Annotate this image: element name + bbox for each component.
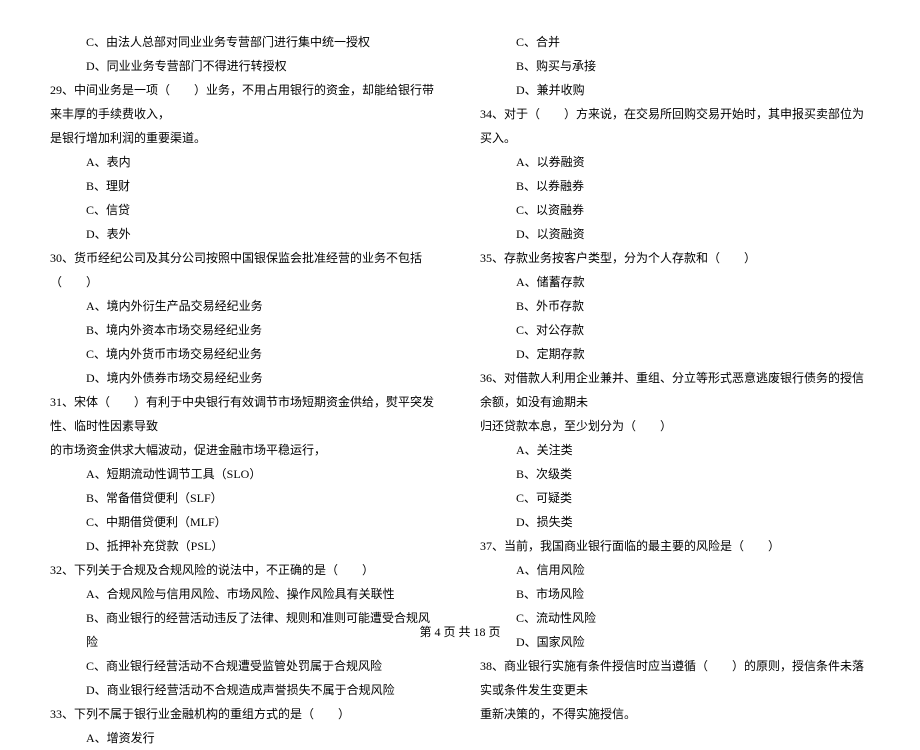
q34-option-b: B、以券融券 [480, 174, 870, 198]
q33-option-b: B、购买与承接 [480, 54, 870, 78]
q34-option-d: D、以资融资 [480, 222, 870, 246]
q30-option-c: C、境内外货币市场交易经纪业务 [50, 342, 440, 366]
q33-option-c: C、合并 [480, 30, 870, 54]
q29-stem2: 是银行增加利润的重要渠道。 [50, 126, 440, 150]
q29-option-a: A、表内 [50, 150, 440, 174]
q37-stem: 37、当前，我国商业银行面临的最主要的风险是（ ） [480, 534, 870, 558]
q30-option-b: B、境内外资本市场交易经纪业务 [50, 318, 440, 342]
q29-option-d: D、表外 [50, 222, 440, 246]
q35-option-b: B、外币存款 [480, 294, 870, 318]
q28-option-d: D、同业业务专营部门不得进行转授权 [50, 54, 440, 78]
q31-option-c: C、中期借贷便利（MLF） [50, 510, 440, 534]
q30-option-d: D、境内外债券市场交易经纪业务 [50, 366, 440, 390]
q36-option-b: B、次级类 [480, 462, 870, 486]
q32-option-c: C、商业银行经营活动不合规遭受监管处罚属于合规风险 [50, 654, 440, 678]
q28-option-c: C、由法人总部对同业业务专营部门进行集中统一授权 [50, 30, 440, 54]
q36-stem2: 归还贷款本息，至少划分为（ ） [480, 414, 870, 438]
q31-option-d: D、抵押补充贷款（PSL） [50, 534, 440, 558]
q34-option-a: A、以券融资 [480, 150, 870, 174]
q35-stem: 35、存款业务按客户类型，分为个人存款和（ ） [480, 246, 870, 270]
q36-option-c: C、可疑类 [480, 486, 870, 510]
q36-option-a: A、关注类 [480, 438, 870, 462]
q29-option-c: C、信贷 [50, 198, 440, 222]
q31-stem2: 的市场资金供求大幅波动，促进金融市场平稳运行， [50, 438, 440, 462]
right-column: C、合并 B、购买与承接 D、兼并收购 34、对于（ ）方来说，在交易所回购交易… [460, 30, 870, 750]
page-footer: 第 4 页 共 18 页 [0, 623, 920, 640]
q32-option-a: A、合规风险与信用风险、市场风险、操作风险具有关联性 [50, 582, 440, 606]
q30-stem: 30、货币经纪公司及其分公司按照中国银保监会批准经营的业务不包括（ ） [50, 246, 440, 294]
q35-option-a: A、储蓄存款 [480, 270, 870, 294]
q29-stem: 29、中间业务是一项（ ）业务，不用占用银行的资金，却能给银行带来丰厚的手续费收… [50, 78, 440, 126]
q37-option-b: B、市场风险 [480, 582, 870, 606]
q32-stem: 32、下列关于合规及合规风险的说法中，不正确的是（ ） [50, 558, 440, 582]
q33-option-d: D、兼并收购 [480, 78, 870, 102]
q38-stem2: 重新决策的，不得实施授信。 [480, 702, 870, 726]
q32-option-d: D、商业银行经营活动不合规造成声誉损失不属于合规风险 [50, 678, 440, 702]
q34-option-c: C、以资融券 [480, 198, 870, 222]
q35-option-d: D、定期存款 [480, 342, 870, 366]
q30-option-a: A、境内外衍生产品交易经纪业务 [50, 294, 440, 318]
q35-option-c: C、对公存款 [480, 318, 870, 342]
q36-option-d: D、损失类 [480, 510, 870, 534]
q31-stem: 31、宋体（ ）有利于中央银行有效调节市场短期资金供给，熨平突发性、临时性因素导… [50, 390, 440, 438]
q37-option-a: A、信用风险 [480, 558, 870, 582]
q29-option-b: B、理财 [50, 174, 440, 198]
q36-stem: 36、对借款人利用企业兼并、重组、分立等形式恶意逃废银行债务的授信余额，如没有逾… [480, 366, 870, 414]
q31-option-b: B、常备借贷便利（SLF） [50, 486, 440, 510]
q31-option-a: A、短期流动性调节工具（SLO） [50, 462, 440, 486]
q33-option-a: A、增资发行 [50, 726, 440, 750]
left-column: C、由法人总部对同业业务专营部门进行集中统一授权 D、同业业务专营部门不得进行转… [50, 30, 460, 750]
q38-stem: 38、商业银行实施有条件授信时应当遵循（ ）的原则，授信条件未落实或条件发生变更… [480, 654, 870, 702]
q34-stem: 34、对于（ ）方来说，在交易所回购交易开始时，其申报买卖部位为买入。 [480, 102, 870, 150]
q33-stem: 33、下列不属于银行业金融机构的重组方式的是（ ） [50, 702, 440, 726]
